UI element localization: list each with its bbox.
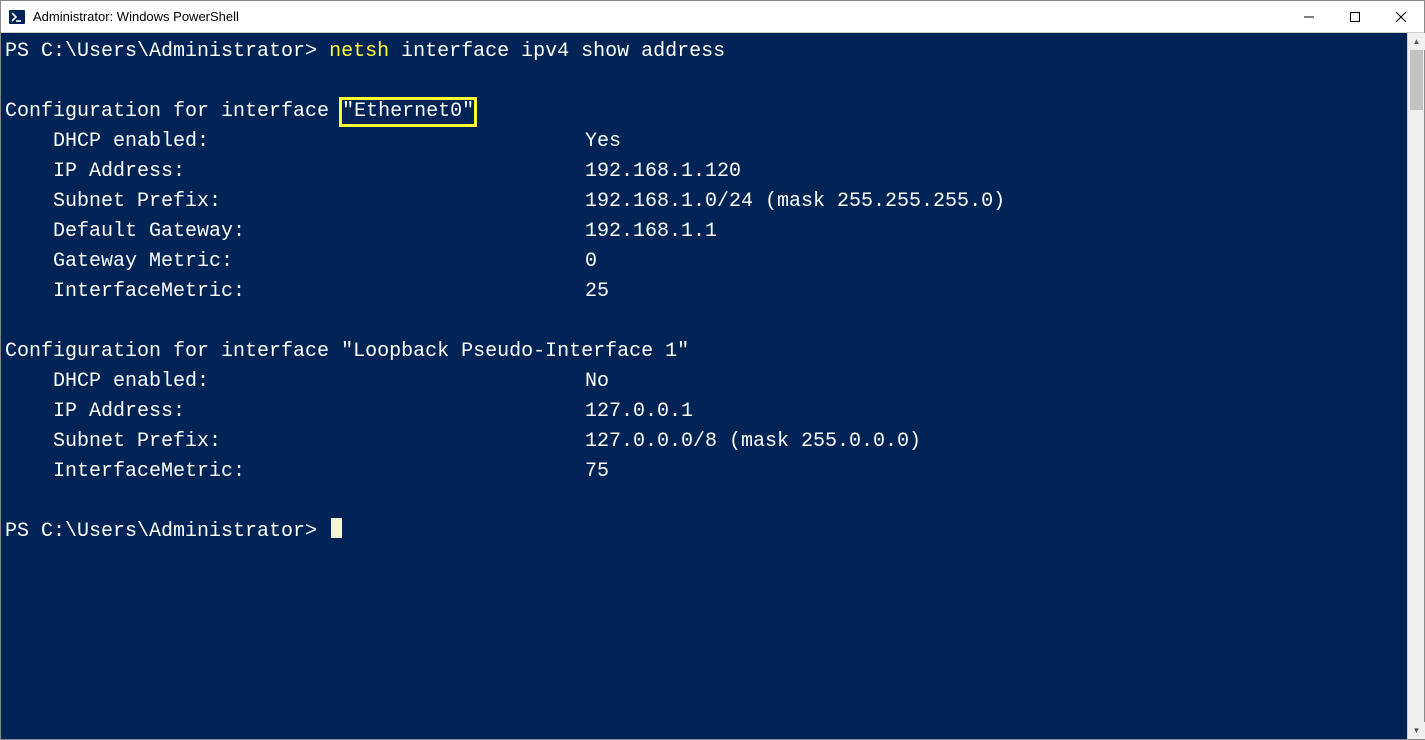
field-value: Yes [585,130,621,153]
prompt: PS C:\Users\Administrator> [5,520,329,543]
window-controls [1286,1,1424,32]
command-args: interface ipv4 show address [389,40,725,63]
close-button[interactable] [1378,1,1424,32]
field-label: Default Gateway: [5,217,585,247]
terminal-area: PS C:\Users\Administrator> netsh interfa… [1,33,1424,739]
window-title: Administrator: Windows PowerShell [33,9,239,24]
command-keyword: netsh [329,40,389,63]
cursor [331,518,342,538]
interface-name: "Ethernet0" [339,97,477,127]
minimize-button[interactable] [1286,1,1332,32]
config-header-prefix: Configuration for interface [5,100,341,123]
field-value: 75 [585,460,609,483]
maximize-button[interactable] [1332,1,1378,32]
field-label: Subnet Prefix: [5,187,585,217]
scroll-thumb[interactable] [1410,50,1423,110]
terminal-output[interactable]: PS C:\Users\Administrator> netsh interfa… [1,33,1407,739]
scroll-down-button[interactable]: ▼ [1408,722,1425,739]
prompt: PS C:\Users\Administrator> [5,40,329,63]
field-value: 192.168.1.0/24 (mask 255.255.255.0) [585,190,1005,213]
field-label: DHCP enabled: [5,127,585,157]
field-value: 127.0.0.0/8 (mask 255.0.0.0) [585,430,921,453]
vertical-scrollbar[interactable]: ▲ ▼ [1407,33,1424,739]
field-value: 127.0.0.1 [585,400,693,423]
field-value: 192.168.1.120 [585,160,741,183]
field-label: InterfaceMetric: [5,457,585,487]
powershell-window: Administrator: Windows PowerShell PS C:\… [0,0,1425,740]
field-label: Subnet Prefix: [5,427,585,457]
field-value: No [585,370,609,393]
interface-name: "Loopback Pseudo-Interface 1" [341,340,689,363]
titlebar[interactable]: Administrator: Windows PowerShell [1,1,1424,33]
field-value: 192.168.1.1 [585,220,717,243]
field-label: IP Address: [5,397,585,427]
field-label: IP Address: [5,157,585,187]
config-header-prefix: Configuration for interface [5,340,341,363]
powershell-icon [9,9,25,25]
field-label: DHCP enabled: [5,367,585,397]
field-value: 0 [585,250,597,273]
scroll-up-button[interactable]: ▲ [1408,33,1425,50]
field-label: InterfaceMetric: [5,277,585,307]
field-value: 25 [585,280,609,303]
field-label: Gateway Metric: [5,247,585,277]
